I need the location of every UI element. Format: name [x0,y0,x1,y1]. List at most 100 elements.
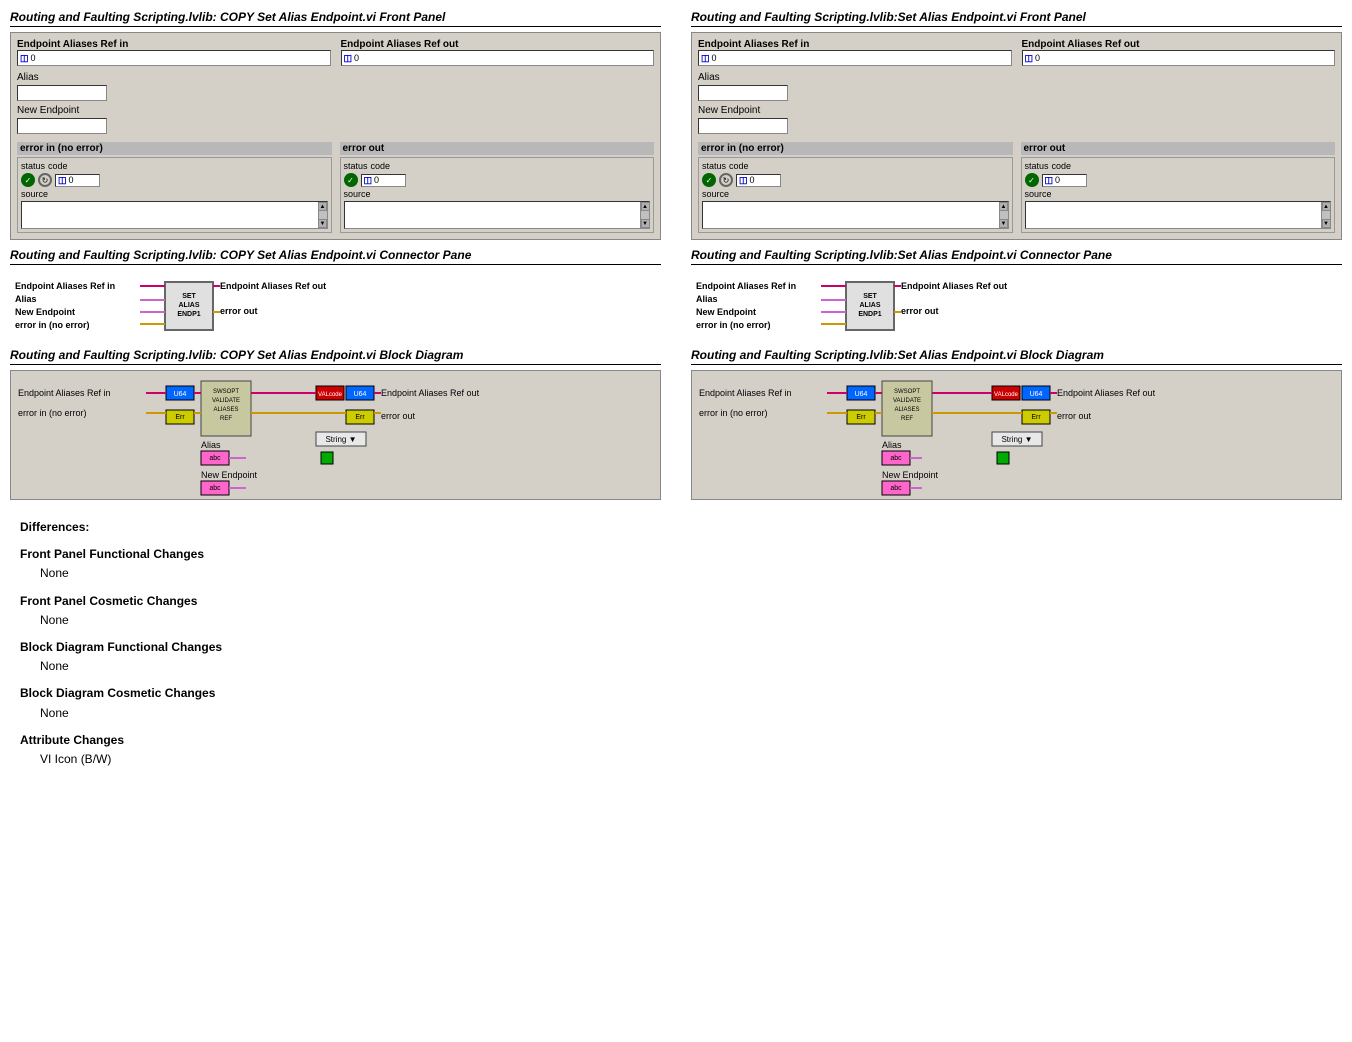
left-fp-status-hdr: status [21,161,45,171]
right-fp-error-in-body: status code ↻ ◫0 source [698,157,1013,233]
right-fp-out-code-hdr: code [1052,161,1072,171]
differences-title: Differences: [20,518,1332,537]
right-fp-ref-in-label: Endpoint Aliases Ref in [698,39,1012,50]
left-fp-alias-field[interactable] [17,85,107,101]
right-fp-ref-out-field: ◫0 [1022,50,1336,66]
block-diagrams-row: Routing and Faulting Scripting.lvlib: CO… [10,348,1342,500]
left-fp-out-source-field: ▲ ▼ [344,201,651,229]
right-bd-svg: Endpoint Aliases Ref in error in (no err… [697,376,1277,496]
left-fp-newep-field[interactable] [17,118,107,134]
left-fp-out-source-scroll: ▲ ▼ [640,202,649,228]
left-fp-error-out-cols: status code [344,161,651,171]
svg-text:Err: Err [1031,414,1041,421]
right-fp-error-out-header: error out [1021,142,1336,155]
svg-text:Endpoint Aliases Ref in: Endpoint Aliases Ref in [18,388,111,398]
right-fp-ref-out-group: Endpoint Aliases Ref out ◫0 [1022,39,1336,66]
left-fp-out-status-hdr: status [344,161,368,171]
right-fp-title: Routing and Faulting Scripting.lvlib:Set… [691,10,1342,27]
svg-text:abc: abc [890,455,902,462]
svg-text:ALIASES: ALIASES [894,407,919,413]
right-fp-error-in-vals: ↻ ◫0 [702,173,1009,187]
right-fp-status-check [702,173,716,187]
left-front-panel: Routing and Faulting Scripting.lvlib: CO… [10,10,661,240]
left-fp-ref-in-icon: ◫ [20,53,29,64]
left-conn-svg: Endpoint Aliases Ref in Alias New Endpoi… [10,274,330,339]
right-fp-ref-row: Endpoint Aliases Ref in ◫0 Endpoint Alia… [698,39,1335,66]
left-fp-source-scroll: ▲ ▼ [318,202,327,228]
svg-text:New Endpoint: New Endpoint [882,470,939,480]
right-fp-out-status-hdr: status [1025,161,1049,171]
left-fp-error-out-body: status code ◫0 source [340,157,655,233]
right-fp-newep-field[interactable] [698,118,788,134]
diff-cat-0: Front Panel Functional Changes None [20,545,1332,583]
right-fp-source-label: source [702,189,1009,199]
right-fp-alias-label: Alias [698,72,1335,83]
diff-cat-3-value: None [40,704,1332,723]
svg-text:Endpoint Aliases Ref out: Endpoint Aliases Ref out [1057,388,1156,398]
diff-cat-4: Attribute Changes VI Icon (B/W) [20,731,1332,769]
left-fp-ref-out-group: Endpoint Aliases Ref out ◫ 0 [341,39,655,66]
left-fp-scroll-up[interactable]: ▲ [318,202,327,211]
left-fp-source-field: ▲ ▼ [21,201,328,229]
left-fp-scroll-down[interactable]: ▼ [318,219,327,228]
svg-text:ENDP1: ENDP1 [177,311,200,318]
right-front-panel: Routing and Faulting Scripting.lvlib:Set… [691,10,1342,240]
right-fp-out-source-field: ▲ ▼ [1025,201,1332,229]
svg-text:U64: U64 [1030,391,1043,398]
diff-cat-0-value: None [40,564,1332,583]
right-fp-scroll-up[interactable]: ▲ [999,202,1008,211]
svg-text:VALIDATE: VALIDATE [212,398,240,404]
main-container: Routing and Faulting Scripting.lvlib: CO… [0,0,1352,789]
right-fp-source-scroll: ▲ ▼ [999,202,1008,228]
right-fp-out-scroll-down[interactable]: ▼ [1322,219,1331,228]
left-conn-diagram: Endpoint Aliases Ref in Alias New Endpoi… [10,270,661,340]
svg-text:SWSOPT: SWSOPT [894,389,920,395]
right-fp-ref-in-field: ◫0 [698,50,1012,66]
left-fp-status-check [21,173,35,187]
right-fp-error-out-cols: status code [1025,161,1332,171]
left-fp-ref-out-icon: ◫ [344,53,353,64]
svg-text:VALcode: VALcode [994,392,1019,398]
svg-text:U64: U64 [174,391,187,398]
svg-text:error out: error out [1057,411,1092,421]
right-fp-alias-field[interactable] [698,85,788,101]
left-fp-out-code-hdr: code [371,161,391,171]
svg-text:Err: Err [355,414,365,421]
svg-text:Endpoint Aliases Ref out: Endpoint Aliases Ref out [381,388,480,398]
right-fp-alias-section: Alias [698,72,1335,101]
left-fp-out-source-label: source [344,189,651,199]
diff-cat-3: Block Diagram Cosmetic Changes None [20,684,1332,722]
svg-text:ALIASES: ALIASES [213,407,238,413]
svg-text:error in (no error): error in (no error) [699,408,768,418]
differences-section: Differences: Front Panel Functional Chan… [10,508,1342,779]
svg-text:VALIDATE: VALIDATE [893,398,921,404]
right-fp-scroll-down[interactable]: ▼ [999,219,1008,228]
svg-text:Endpoint Aliases Ref in: Endpoint Aliases Ref in [696,281,796,291]
right-fp-out-scroll-up[interactable]: ▲ [1322,202,1331,211]
left-fp-out-scroll-up[interactable]: ▲ [641,202,650,211]
right-fp-ref-in-icon: ◫ [701,53,710,64]
svg-text:Endpoint Aliases Ref in: Endpoint Aliases Ref in [15,281,115,291]
svg-text:error out: error out [220,306,258,316]
left-block-diagram: Routing and Faulting Scripting.lvlib: CO… [10,348,661,500]
left-fp-alias-label: Alias [17,72,654,83]
right-fp-error-out-body: status code ◫0 source [1021,157,1336,233]
svg-text:New Endpoint: New Endpoint [201,470,258,480]
front-panels-row: Routing and Faulting Scripting.lvlib: CO… [10,10,1342,240]
right-fp-ref-out-label: Endpoint Aliases Ref out [1022,39,1336,50]
right-fp-box: Endpoint Aliases Ref in ◫0 Endpoint Alia… [691,32,1342,240]
left-fp-out-scroll-down[interactable]: ▼ [641,219,650,228]
svg-text:abc: abc [209,455,221,462]
svg-text:Err: Err [856,414,866,421]
left-fp-ref-in-group: Endpoint Aliases Ref in ◫ 0 [17,39,331,66]
left-fp-newep-section: New Endpoint [17,105,654,134]
left-fp-ref-row: Endpoint Aliases Ref in ◫ 0 Endpoint Ali… [17,39,654,66]
svg-text:REF: REF [901,416,913,422]
left-bd-title: Routing and Faulting Scripting.lvlib: CO… [10,348,661,365]
left-fp-source-label: source [21,189,328,199]
svg-text:abc: abc [890,485,902,492]
diff-cat-0-name: Front Panel Functional Changes [20,545,1332,564]
diff-cat-2: Block Diagram Functional Changes None [20,638,1332,676]
diff-cat-1-name: Front Panel Cosmetic Changes [20,592,1332,611]
left-fp-code-hdr: code [48,161,68,171]
